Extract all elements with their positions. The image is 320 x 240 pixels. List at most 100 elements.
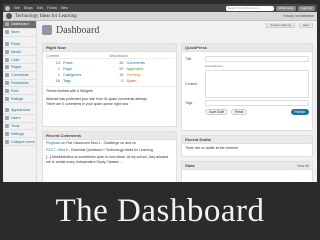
title-input[interactable] <box>205 56 309 62</box>
count: 15 <box>119 73 124 77</box>
count: 35 <box>119 61 124 65</box>
sidebar-item-dashboard[interactable]: Dashboard <box>3 21 36 29</box>
comment-text: [...] Administration to sometimes open t… <box>46 155 169 164</box>
quickpress-box: QuickPress Title Upload/Insert Content T… <box>181 43 313 131</box>
recent-drafts-title: Recent Drafts <box>182 136 312 144</box>
adminbar-item-blogs[interactable]: Blogs <box>24 6 33 10</box>
sidebar-item-appearance[interactable]: Appearance <box>3 107 36 115</box>
other-help-button[interactable]: Other Help <box>275 5 297 11</box>
sidebar-item-polls[interactable]: Polls <box>3 87 36 96</box>
dashboard-icon <box>42 25 52 35</box>
box-title: Stats <box>185 163 195 168</box>
sidebar-item-links[interactable]: Links <box>3 56 36 64</box>
count: 13 <box>55 61 60 65</box>
sidebar-item-label: Settings <box>11 131 24 136</box>
site-header: Technology Ideas for Learning Howdy, lav… <box>3 12 317 21</box>
tags-input[interactable] <box>205 100 309 106</box>
upload-insert-link[interactable]: Upload/Insert <box>205 64 223 68</box>
adminbar-item-follow[interactable]: Follow <box>47 6 57 10</box>
adminbar-item-site[interactable]: Site <box>14 6 20 10</box>
tools-icon <box>5 123 9 128</box>
users-icon <box>5 116 9 121</box>
publish-button[interactable]: Publish <box>290 109 309 115</box>
collapse-icon <box>5 139 9 144</box>
title-row: Title <box>182 55 312 63</box>
site-title[interactable]: Technology Ideas for Learning <box>15 14 77 19</box>
sidebar-item-label: Collapse menu <box>11 139 35 144</box>
comment-link[interactable]: Pingback <box>46 141 60 145</box>
save-draft-button[interactable]: Save Draft <box>205 109 229 115</box>
pages-icon <box>5 65 9 70</box>
sidebar-item-label: Polls <box>11 88 19 93</box>
label: Tags <box>63 79 72 83</box>
content-row[interactable]: 16 Tags <box>46 78 110 84</box>
count: 16 <box>55 79 60 83</box>
sidebar-item-label: Users <box>11 116 21 121</box>
content-textarea[interactable] <box>205 70 309 98</box>
box-title: Recent Comments <box>46 133 82 138</box>
discussion-row[interactable]: 0 Spam <box>110 78 174 84</box>
sidebar-item-ratings[interactable]: Ratings <box>3 95 36 103</box>
comment-text: - Essential Questions « Technology Ideas… <box>68 148 153 152</box>
howdy-user-link[interactable]: Howdy, lavidaelaine <box>283 14 314 18</box>
sidebar-item-label: Feedbacks <box>11 80 29 85</box>
comment-item[interactable]: FCC7 - Mod 6 - Essential Questions « Tec… <box>43 147 176 154</box>
appearance-icon <box>5 108 9 113</box>
polls-icon <box>5 88 9 93</box>
label: Posts <box>63 61 73 65</box>
sidebar-item-users[interactable]: Users <box>3 115 36 123</box>
stats-title: Stats View All <box>182 162 312 170</box>
sidebar-item-settings[interactable]: Settings <box>3 130 36 139</box>
collapse-menu-button[interactable]: Collapse menu <box>3 138 36 146</box>
sidebar-item-label: Links <box>11 57 20 62</box>
view-all-link[interactable]: View All <box>297 162 309 169</box>
comment-link[interactable]: FCC7 - Mod 6 <box>46 148 68 152</box>
label: Spam <box>126 79 137 83</box>
store-icon <box>5 30 9 35</box>
comment-item[interactable]: Pingback on Flat Classroom Mod 1 - Chall… <box>43 140 176 147</box>
box-title: Recent Drafts <box>185 137 212 142</box>
discussion-heading: Discussion <box>109 54 173 59</box>
count: 1 <box>57 67 60 71</box>
log-out-button[interactable]: Log Out <box>298 5 315 11</box>
adminbar-item-new[interactable]: New <box>61 6 68 10</box>
box-title: Right Now <box>46 45 66 50</box>
sidebar-item-store[interactable]: Store <box>3 29 36 37</box>
ratings-icon <box>5 96 9 101</box>
sidebar-item-tools[interactable]: Tools <box>3 123 36 131</box>
adminbar-item-edit[interactable]: Edit <box>37 6 43 10</box>
label: Categories <box>63 73 82 77</box>
right-now-box: Right Now Content 13 Posts 1 Page 1 Categor… <box>42 43 177 127</box>
theme-info: Theme Andrea with 6 Widgets <box>43 86 176 95</box>
feedbacks-icon <box>5 80 9 85</box>
discussion-column: Discussion 35 Comments 20 Approved 15 Pendi… <box>109 54 174 84</box>
recent-drafts-box: Recent Drafts There are no drafts at the… <box>181 135 313 157</box>
sidebar-item-posts[interactable]: Posts <box>3 41 36 49</box>
no-drafts-text: There are no drafts at the moment <box>185 146 239 150</box>
sidebar-item-label: Appearance <box>11 108 31 113</box>
label: Comments <box>126 61 145 65</box>
media-icon <box>5 49 9 54</box>
tags-row: Tags <box>182 99 312 107</box>
help-button[interactable]: Help <box>298 23 313 28</box>
sidebar-item-label: Comments <box>11 73 29 78</box>
akismet-line: There are 0 comments in your spam queue … <box>46 102 129 106</box>
sidebar-item-label: Posts <box>11 41 20 46</box>
quickpress-title: QuickPress <box>182 44 312 52</box>
reset-button[interactable]: Reset <box>231 109 248 115</box>
sidebar-item-label: Store <box>11 30 20 35</box>
comments-icon <box>5 73 9 78</box>
count: 1 <box>57 73 60 77</box>
posts-icon <box>5 41 9 46</box>
sidebar-item-pages[interactable]: Pages <box>3 64 36 72</box>
sidebar-item-comments[interactable]: Comments <box>3 72 36 80</box>
sidebar-item-label: Ratings <box>11 96 24 101</box>
screen-options-button[interactable]: Screen Options <box>266 23 295 28</box>
sidebar-item-media[interactable]: Media <box>3 48 36 57</box>
sidebar-item-feedbacks[interactable]: Feedbacks <box>3 80 36 88</box>
sidebar-item-label: Media <box>11 49 21 54</box>
content-row: Content <box>182 69 312 99</box>
settings-icon <box>5 131 9 136</box>
wordpress-logo-icon[interactable] <box>5 5 10 11</box>
adminbar-search-input[interactable]: Search WordPress.com <box>225 5 274 11</box>
